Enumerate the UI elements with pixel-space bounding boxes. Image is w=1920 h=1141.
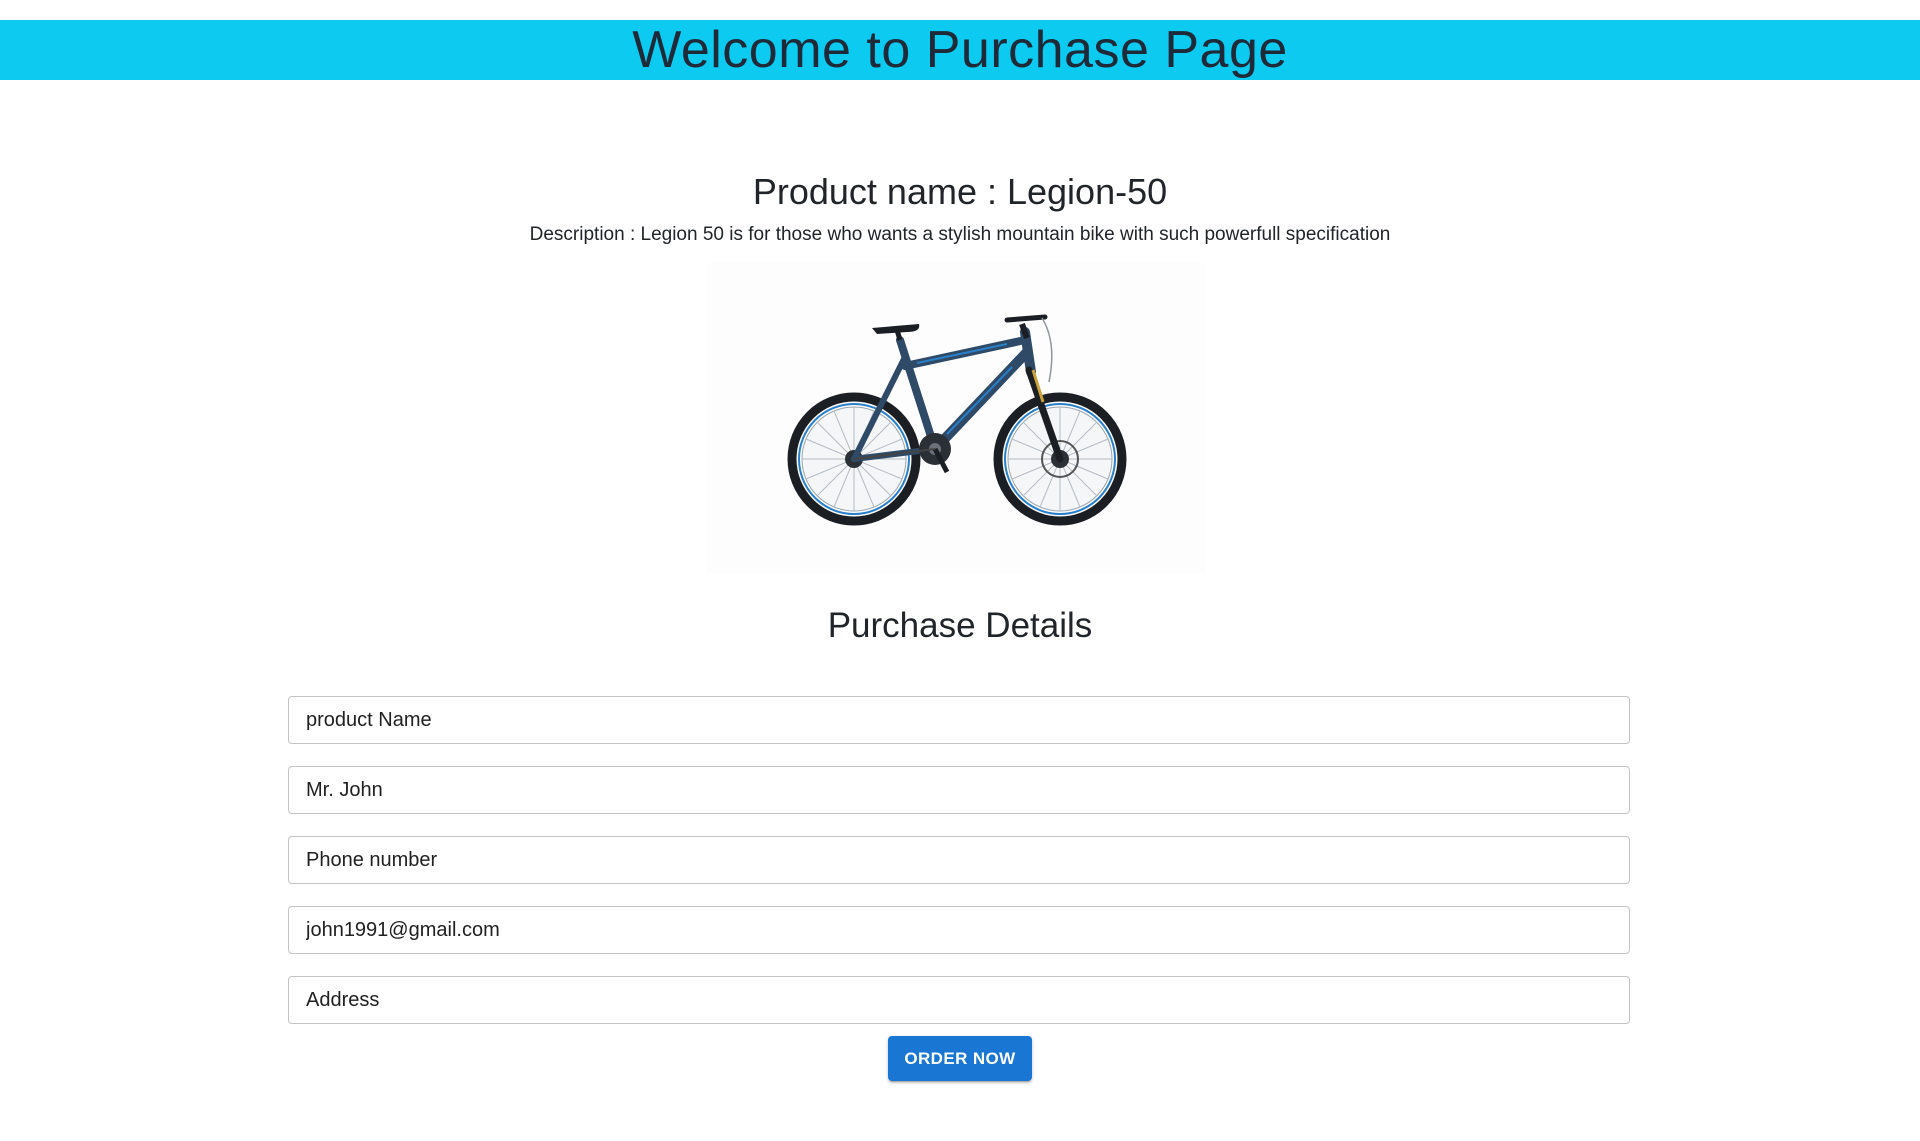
product-name-input[interactable]: [288, 696, 1630, 744]
email-input[interactable]: [288, 906, 1630, 954]
page-title: Welcome to Purchase Page: [632, 21, 1288, 79]
customer-name-input[interactable]: [288, 766, 1630, 814]
product-description: Description : Legion 50 is for those who…: [529, 224, 1391, 245]
order-now-button[interactable]: ORDER NOW: [888, 1036, 1032, 1081]
purchase-details-title: Purchase Details: [827, 606, 1093, 645]
address-input[interactable]: [288, 976, 1630, 1024]
phone-number-input[interactable]: [288, 836, 1630, 884]
product-image: [707, 262, 1205, 574]
mountain-bike-icon: [787, 314, 1127, 526]
page-header: Welcome to Purchase Page: [0, 20, 1920, 80]
product-name: Product name : Legion-50: [752, 171, 1168, 212]
